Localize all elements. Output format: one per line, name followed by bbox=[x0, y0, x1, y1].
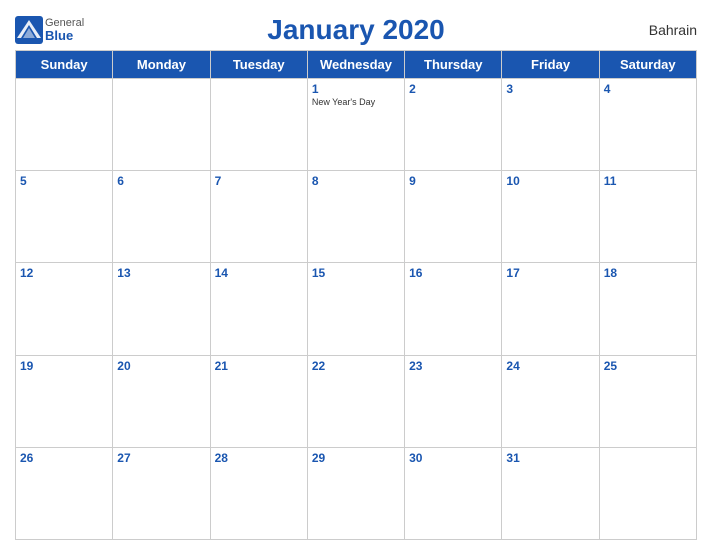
calendar-cell: 2 bbox=[405, 79, 502, 171]
logo-blue: Blue bbox=[45, 29, 84, 43]
calendar-cell: 16 bbox=[405, 263, 502, 355]
calendar-cell: 21 bbox=[210, 355, 307, 447]
day-number: 23 bbox=[409, 359, 497, 373]
calendar-cell: 6 bbox=[113, 171, 210, 263]
calendar-header: General Blue January 2020 Bahrain bbox=[15, 10, 697, 46]
calendar-cell: 23 bbox=[405, 355, 502, 447]
calendar-cell: 17 bbox=[502, 263, 599, 355]
calendar-cell: 28 bbox=[210, 447, 307, 539]
calendar-cell: 31 bbox=[502, 447, 599, 539]
day-number: 4 bbox=[604, 82, 692, 96]
day-number: 18 bbox=[604, 266, 692, 280]
day-number: 6 bbox=[117, 174, 205, 188]
day-number: 15 bbox=[312, 266, 400, 280]
calendar-cell: 15 bbox=[307, 263, 404, 355]
day-number: 8 bbox=[312, 174, 400, 188]
calendar-cell: 8 bbox=[307, 171, 404, 263]
day-number: 22 bbox=[312, 359, 400, 373]
calendar-cell: 19 bbox=[16, 355, 113, 447]
day-number: 7 bbox=[215, 174, 303, 188]
calendar-cell: 27 bbox=[113, 447, 210, 539]
day-number: 3 bbox=[506, 82, 594, 96]
day-number: 2 bbox=[409, 82, 497, 96]
day-header-monday: Monday bbox=[113, 51, 210, 79]
day-number: 21 bbox=[215, 359, 303, 373]
calendar-cell: 30 bbox=[405, 447, 502, 539]
week-row-3: 12 13 14 15 16 17 18 bbox=[16, 263, 697, 355]
day-number: 31 bbox=[506, 451, 594, 465]
day-header-friday: Friday bbox=[502, 51, 599, 79]
day-number: 13 bbox=[117, 266, 205, 280]
day-number: 19 bbox=[20, 359, 108, 373]
logo-text: General Blue bbox=[45, 17, 84, 43]
day-number: 1 bbox=[312, 82, 400, 96]
calendar-cell: 1New Year's Day bbox=[307, 79, 404, 171]
calendar-cell: 13 bbox=[113, 263, 210, 355]
day-number: 25 bbox=[604, 359, 692, 373]
holiday-name: New Year's Day bbox=[312, 97, 400, 107]
calendar-cell bbox=[16, 79, 113, 171]
day-number: 20 bbox=[117, 359, 205, 373]
day-header-thursday: Thursday bbox=[405, 51, 502, 79]
day-number: 27 bbox=[117, 451, 205, 465]
country-label: Bahrain bbox=[649, 22, 697, 38]
calendar-cell: 5 bbox=[16, 171, 113, 263]
day-number: 28 bbox=[215, 451, 303, 465]
calendar-cell: 4 bbox=[599, 79, 696, 171]
day-number: 30 bbox=[409, 451, 497, 465]
week-row-4: 19 20 21 22 23 24 25 bbox=[16, 355, 697, 447]
day-number: 26 bbox=[20, 451, 108, 465]
calendar-cell: 29 bbox=[307, 447, 404, 539]
day-number: 16 bbox=[409, 266, 497, 280]
calendar-cell: 14 bbox=[210, 263, 307, 355]
calendar-title: January 2020 bbox=[267, 14, 444, 46]
calendar-body: 1New Year's Day2345678910111213141516171… bbox=[16, 79, 697, 540]
day-header-saturday: Saturday bbox=[599, 51, 696, 79]
day-header-sunday: Sunday bbox=[16, 51, 113, 79]
day-header-wednesday: Wednesday bbox=[307, 51, 404, 79]
calendar-cell: 7 bbox=[210, 171, 307, 263]
calendar-cell bbox=[599, 447, 696, 539]
calendar-cell: 26 bbox=[16, 447, 113, 539]
day-header-tuesday: Tuesday bbox=[210, 51, 307, 79]
week-row-5: 26 27 28 29 30 31 bbox=[16, 447, 697, 539]
calendar-cell: 12 bbox=[16, 263, 113, 355]
day-number: 29 bbox=[312, 451, 400, 465]
calendar-cell: 25 bbox=[599, 355, 696, 447]
logo: General Blue bbox=[15, 16, 84, 44]
calendar-cell bbox=[210, 79, 307, 171]
day-number: 11 bbox=[604, 174, 692, 188]
day-number: 5 bbox=[20, 174, 108, 188]
day-number: 12 bbox=[20, 266, 108, 280]
day-number: 10 bbox=[506, 174, 594, 188]
calendar-cell: 9 bbox=[405, 171, 502, 263]
calendar-cell bbox=[113, 79, 210, 171]
calendar-cell: 22 bbox=[307, 355, 404, 447]
calendar-cell: 11 bbox=[599, 171, 696, 263]
calendar-table: SundayMondayTuesdayWednesdayThursdayFrid… bbox=[15, 50, 697, 540]
calendar-cell: 24 bbox=[502, 355, 599, 447]
calendar-cell: 10 bbox=[502, 171, 599, 263]
week-row-1: 1New Year's Day 234 bbox=[16, 79, 697, 171]
days-header-row: SundayMondayTuesdayWednesdayThursdayFrid… bbox=[16, 51, 697, 79]
calendar-cell: 18 bbox=[599, 263, 696, 355]
week-row-2: 56789 10 11 bbox=[16, 171, 697, 263]
calendar-cell: 3 bbox=[502, 79, 599, 171]
day-number: 24 bbox=[506, 359, 594, 373]
day-number: 17 bbox=[506, 266, 594, 280]
day-number: 14 bbox=[215, 266, 303, 280]
logo-icon bbox=[15, 16, 43, 44]
day-number: 9 bbox=[409, 174, 497, 188]
calendar-cell: 20 bbox=[113, 355, 210, 447]
